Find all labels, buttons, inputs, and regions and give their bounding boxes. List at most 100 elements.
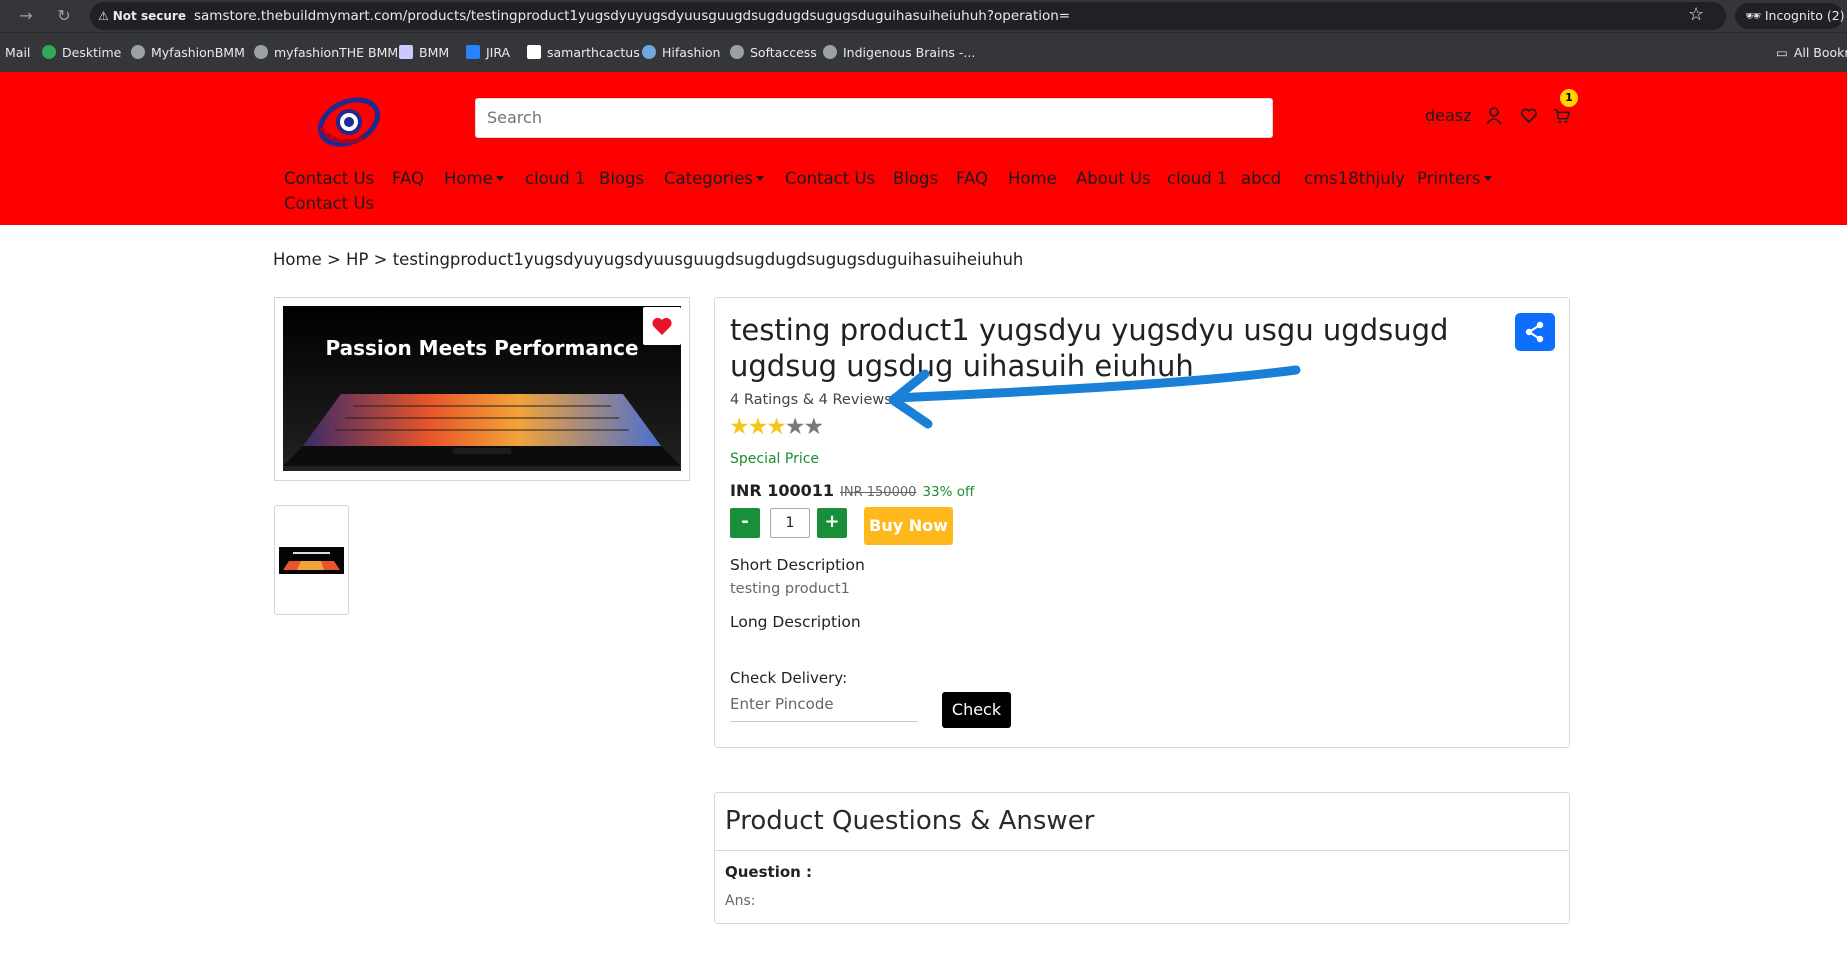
quantity-increase-button[interactable]: + (817, 508, 847, 538)
check-delivery-label: Check Delivery: (730, 669, 848, 687)
product-thumbnail[interactable] (274, 505, 349, 615)
bookmark-all-bookmarks[interactable]: ▭All Bookmarks (1776, 44, 1847, 62)
not-secure-badge[interactable]: ⚠ Not secure (98, 7, 186, 25)
caret-down-icon (755, 176, 764, 181)
pincode-input[interactable]: Enter Pincode (730, 686, 918, 722)
nav-home-2[interactable]: Home (1008, 169, 1057, 188)
long-description-heading: Long Description (730, 613, 861, 631)
special-price-label: Special Price (730, 451, 820, 467)
search-input[interactable]: Search (475, 98, 1273, 138)
star-empty-icon: ★ (784, 414, 806, 440)
user-name[interactable]: deasz (1425, 106, 1472, 125)
star-filled-icon: ★ (747, 414, 769, 440)
globe-icon (131, 45, 145, 59)
reload-icon[interactable]: ↻ (54, 6, 74, 26)
star-empty-icon: ★ (803, 414, 825, 440)
address-bar[interactable]: ⚠ Not secure samstore.thebuildmymart.com/… (90, 2, 1726, 30)
site-header: Search deasz 1 Contact Us FAQ Home cloud… (0, 72, 1847, 225)
star-filled-icon: ★ (766, 414, 787, 440)
short-description-heading: Short Description (730, 556, 865, 574)
breadcrumb[interactable]: Home > HP > testingproduct1yugsdyuyugsdy… (273, 250, 1023, 269)
check-delivery-button[interactable]: Check (942, 692, 1011, 728)
bookmark-myfashionbmm[interactable]: MyfashionBMM (131, 44, 245, 62)
browser-toolbar: → ↻ ⚠ Not secure samstore.thebuildmymart.… (0, 0, 1847, 32)
product-qa-card: Product Questions & Answer Question : An… (714, 792, 1570, 924)
short-description-text: testing product1 (730, 581, 850, 597)
buy-now-button[interactable]: Buy Now (864, 507, 953, 545)
hifashion-icon (642, 45, 656, 59)
nav-abcd[interactable]: abcd (1241, 169, 1281, 188)
nav-blogs[interactable]: Blogs (599, 169, 644, 188)
warning-icon: ⚠ (98, 9, 109, 23)
caret-down-icon (495, 176, 504, 181)
nav-blogs-2[interactable]: Blogs (893, 169, 938, 188)
bookmark-jira[interactable]: JIRA (466, 44, 510, 62)
folder-icon: ▭ (1776, 45, 1788, 60)
nav-contact-us[interactable]: Contact Us (284, 169, 374, 188)
thumbnail-laptop (279, 547, 344, 574)
bookmark-samarthcactus[interactable]: samarthcactus (527, 44, 640, 62)
nav-contact-us-3[interactable]: Contact Us (284, 194, 374, 213)
heart-filled-icon (652, 317, 672, 335)
price-row: INR 100011 INR 150000 33% off (730, 481, 974, 500)
globe-icon (254, 45, 268, 59)
star-filled-icon: ★ (729, 414, 750, 440)
cactus-icon (527, 45, 541, 59)
product-title: testing product1 yugsdyu yugsdyu usgu ug… (730, 313, 1449, 383)
product-image[interactable]: Passion Meets Performance (283, 306, 681, 471)
nav-cms18thjuly[interactable]: cms18thjuly (1304, 169, 1405, 188)
globe-icon (730, 45, 744, 59)
wishlist-button[interactable] (643, 307, 681, 345)
star-rating: ★★★★★ (729, 414, 825, 440)
product-image-card: Passion Meets Performance (274, 297, 690, 481)
incognito-indicator[interactable]: 🕶 Incognito (2) (1735, 3, 1845, 29)
product-image-caption: Passion Meets Performance (325, 336, 639, 360)
bookmark-indigenous-brains[interactable]: Indigenous Brains -... (823, 44, 975, 62)
cart-icon[interactable] (1553, 106, 1571, 126)
share-icon (1525, 321, 1544, 343)
jira-icon (466, 45, 480, 59)
caret-down-icon (1483, 176, 1492, 181)
bookmark-star-icon[interactable]: ☆ (1688, 4, 1704, 25)
nav-cloud-1[interactable]: cloud 1 (525, 169, 585, 188)
ratings-reviews-count[interactable]: 4 Ratings & 4 Reviews (730, 392, 892, 408)
bookmark-hifashion[interactable]: Hifashion (642, 44, 720, 62)
bookmarks-bar: Mail Desktime MyfashionBMM myfashionTHE … (0, 32, 1847, 72)
nav-categories-dropdown[interactable]: Categories (664, 169, 764, 188)
discount-label: 33% off (922, 484, 975, 500)
nav-faq-2[interactable]: FAQ (956, 169, 988, 188)
product-detail-card: testing product1 yugsdyu yugsdyu usgu ug… (714, 297, 1570, 748)
selling-price: INR 100011 (730, 481, 835, 500)
bmm-icon (399, 45, 413, 59)
url-text[interactable]: samstore.thebuildmymart.com/products/tes… (194, 7, 1070, 25)
bookmark-softaccess[interactable]: Softaccess (730, 44, 817, 62)
share-button[interactable] (1515, 313, 1555, 351)
bookmark-bmm[interactable]: BMM (399, 44, 449, 62)
forward-icon[interactable]: → (16, 6, 36, 26)
laptop-illustration (283, 306, 681, 471)
globe-icon (823, 45, 837, 59)
quantity-decrease-button[interactable]: - (730, 508, 760, 538)
answer-label: Ans: (725, 893, 756, 909)
nav-contact-us-2[interactable]: Contact Us (785, 169, 875, 188)
bookmark-desktime[interactable]: Desktime (42, 44, 121, 62)
quantity-input[interactable]: 1 (770, 508, 810, 538)
nav-cloud-1-2[interactable]: cloud 1 (1167, 169, 1227, 188)
qa-heading: Product Questions & Answer (725, 806, 1095, 836)
bookmark-mail[interactable]: Mail (5, 44, 30, 62)
nav-faq[interactable]: FAQ (392, 169, 424, 188)
heart-icon[interactable] (1520, 106, 1538, 126)
bookmark-myfashion-the-bmm[interactable]: myfashionTHE BMM (254, 44, 398, 62)
original-price: INR 150000 (840, 485, 917, 500)
thumbnail-image (279, 547, 344, 574)
user-icon[interactable] (1485, 106, 1503, 126)
nav-home-dropdown[interactable]: Home (444, 169, 504, 188)
nav-about-us[interactable]: About Us (1076, 169, 1151, 188)
incognito-icon: 🕶 (1745, 8, 1765, 23)
desktime-icon (42, 45, 56, 59)
cart-count-badge: 1 (1560, 89, 1578, 107)
brand-logo[interactable] (316, 94, 382, 150)
nav-printers-dropdown[interactable]: Printers (1417, 169, 1492, 188)
qa-divider (715, 850, 1569, 851)
question-label: Question : (725, 863, 813, 881)
